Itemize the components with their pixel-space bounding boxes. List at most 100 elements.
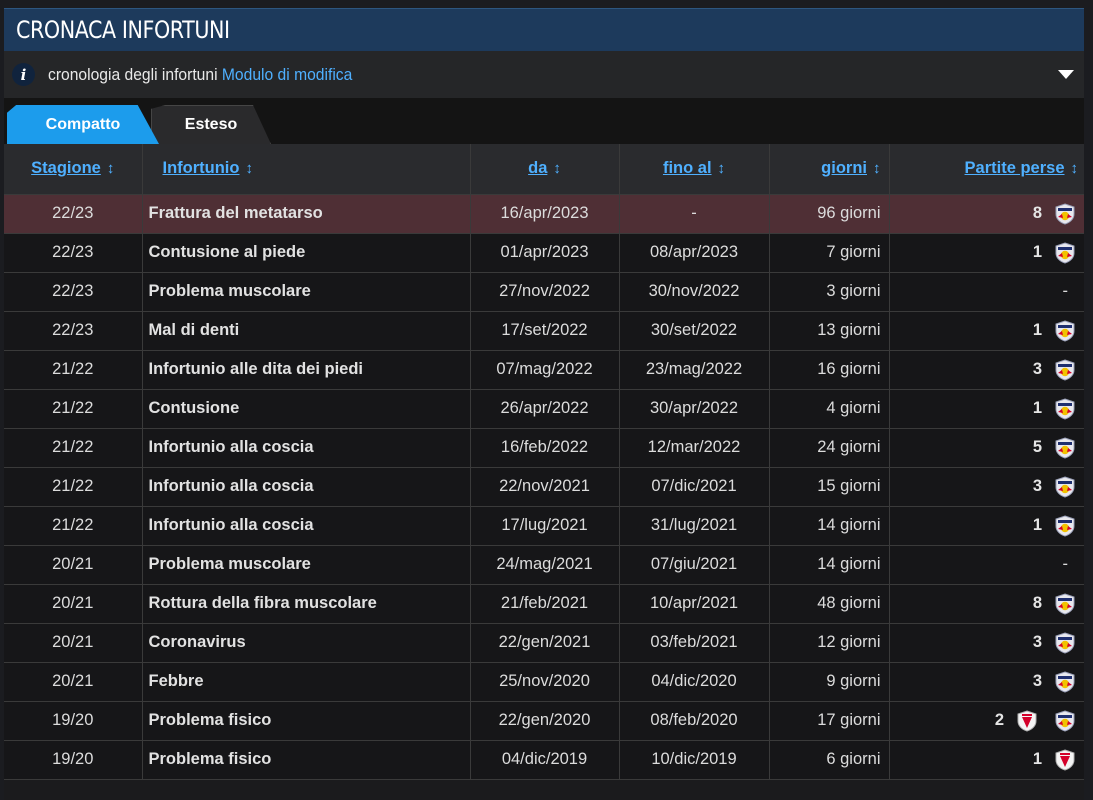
days-cell: 12 giorni	[769, 623, 890, 663]
days-cell: 7 giorni	[769, 233, 890, 273]
salzburg-club-logo-icon[interactable]	[1054, 631, 1076, 654]
liefering-club-logo-icon[interactable]	[1054, 748, 1076, 771]
injury-cell: Problema fisico	[142, 740, 471, 780]
days-cell: 9 giorni	[769, 662, 890, 702]
from-date-cell: 17/set/2022	[470, 311, 620, 351]
until-date-cell: 10/dic/2019	[619, 740, 770, 780]
column-header-season[interactable]: Stagione ↕	[4, 144, 143, 195]
table-row[interactable]: 20/21 Rottura della fibra muscolare 21/feb…	[4, 584, 1084, 624]
from-date-cell: 22/nov/2021	[470, 467, 620, 507]
salzburg-club-logo-icon[interactable]	[1054, 709, 1076, 732]
sort-icon: ↕	[553, 160, 561, 178]
table-row[interactable]: 19/20 Problema fisico 04/dic/2019 10/dic/20…	[4, 740, 1084, 780]
salzburg-club-logo-icon[interactable]	[1054, 241, 1076, 264]
injury-cell: Infortunio alla coscia	[142, 506, 471, 546]
season-cell: 21/22	[4, 467, 143, 507]
table-row[interactable]: 22/23 Contusione al piede 01/apr/2023 08/ap…	[4, 233, 1084, 273]
until-date-cell: 31/lug/2021	[619, 506, 770, 546]
salzburg-club-logo-icon[interactable]	[1054, 670, 1076, 693]
column-header-injury[interactable]: Infortunio ↕	[142, 144, 471, 195]
salzburg-club-logo-icon[interactable]	[1054, 358, 1076, 381]
no-games-dash: -	[1062, 282, 1069, 300]
season-cell: 21/22	[4, 506, 143, 546]
salzburg-club-logo-icon[interactable]	[1054, 475, 1076, 498]
games-missed-count: 5	[1032, 438, 1042, 456]
no-games-dash: -	[1062, 555, 1069, 573]
table-row[interactable]: 22/23 Mal di denti 17/set/2022 30/set/2022 1…	[4, 311, 1084, 351]
tab-esteso[interactable]: Esteso	[151, 105, 271, 144]
injury-cell: Mal di denti	[142, 311, 471, 351]
games-missed-count: 8	[1032, 594, 1042, 612]
until-date-cell: -	[619, 194, 770, 234]
until-date-cell: 10/apr/2021	[619, 584, 770, 624]
column-header-days[interactable]: giorni ↕	[769, 144, 890, 195]
injury-cell: Problema muscolare	[142, 272, 471, 312]
table-body: 22/23 Frattura del metatarso 16/apr/2023-9…	[4, 194, 1084, 780]
from-date-cell: 17/lug/2021	[470, 506, 620, 546]
injury-cell: Infortunio alle dita dei piedi	[142, 350, 471, 390]
table-row[interactable]: 21/22 Contusione 26/apr/2022 30/apr/2022 4 g…	[4, 389, 1084, 429]
season-cell: 22/23	[4, 272, 143, 312]
edit-form-link[interactable]: Modulo di modifica	[222, 65, 352, 84]
from-date-cell: 16/feb/2022	[470, 428, 620, 468]
sort-icon: ↕	[245, 160, 253, 178]
days-cell: 6 giorni	[769, 740, 890, 780]
games-missed-count: 8	[1032, 204, 1042, 222]
games-missed-cell: 1	[889, 311, 1084, 351]
games-missed-count: 1	[1032, 750, 1042, 768]
games-missed-count: 1	[1032, 243, 1042, 261]
season-cell: 19/20	[4, 701, 143, 741]
table-row[interactable]: 21/22 Infortunio alla coscia 22/nov/2021 07…	[4, 467, 1084, 507]
sort-icon: ↕	[106, 160, 115, 178]
salzburg-club-logo-icon[interactable]	[1054, 514, 1076, 537]
table-row[interactable]: 21/22 Infortunio alla coscia 17/lug/2021 31…	[4, 506, 1084, 546]
salzburg-club-logo-icon[interactable]	[1054, 592, 1076, 615]
column-header-games-missed[interactable]: Partite perse ↕	[889, 144, 1084, 195]
games-missed-count: 3	[1032, 477, 1042, 495]
games-missed-cell: 1	[889, 740, 1084, 780]
season-cell: 22/23	[4, 233, 143, 273]
until-date-cell: 07/dic/2021	[619, 467, 770, 507]
salzburg-club-logo-icon[interactable]	[1054, 319, 1076, 342]
table-header-row: Stagione ↕ Infortunio ↕ da ↕ fino al ↕ giorn…	[4, 144, 1084, 195]
days-cell: 24 giorni	[769, 428, 890, 468]
from-date-cell: 16/apr/2023	[470, 194, 620, 234]
season-cell: 20/21	[4, 623, 143, 663]
season-cell: 22/23	[4, 311, 143, 351]
games-missed-cell: 3	[889, 350, 1084, 390]
tab-compatto[interactable]: Compatto	[7, 105, 159, 144]
panel-header: CRONACA INFORTUNI	[4, 8, 1084, 51]
games-missed-count: 3	[1032, 672, 1042, 690]
table-row[interactable]: 21/22 Infortunio alle dita dei piedi 07/ma…	[4, 350, 1084, 390]
table-row[interactable]: 20/21 Coronavirus 22/gen/2021 03/feb/2021 12…	[4, 623, 1084, 663]
chevron-down-icon[interactable]	[1058, 70, 1074, 79]
page-title: CRONACA INFORTUNI	[16, 16, 230, 44]
salzburg-club-logo-icon[interactable]	[1054, 397, 1076, 420]
injury-cell: Rottura della fibra muscolare	[142, 584, 471, 624]
days-cell: 96 giorni	[769, 194, 890, 234]
info-bar: i cronologia degli infortuni Modulo di m…	[4, 51, 1084, 98]
from-date-cell: 24/mag/2021	[470, 545, 620, 585]
days-cell: 4 giorni	[769, 389, 890, 429]
info-icon[interactable]: i	[12, 63, 35, 86]
games-missed-cell: 5	[889, 428, 1084, 468]
salzburg-club-logo-icon[interactable]	[1054, 436, 1076, 459]
days-cell: 17 giorni	[769, 701, 890, 741]
games-missed-cell: 1	[889, 506, 1084, 546]
season-cell: 21/22	[4, 428, 143, 468]
table-row[interactable]: 20/21 Problema muscolare 24/mag/2021 07/giu…	[4, 545, 1084, 585]
liefering-club-logo-icon[interactable]	[1016, 709, 1038, 732]
column-header-until[interactable]: fino al ↕	[619, 144, 770, 195]
from-date-cell: 22/gen/2020	[470, 701, 620, 741]
season-cell: 20/21	[4, 545, 143, 585]
table-row[interactable]: 21/22 Infortunio alla coscia 16/feb/2022 12…	[4, 428, 1084, 468]
table-row[interactable]: 20/21 Febbre 25/nov/2020 04/dic/2020 9 giorn…	[4, 662, 1084, 702]
injury-cell: Infortunio alla coscia	[142, 467, 471, 507]
table-row[interactable]: 22/23 Frattura del metatarso 16/apr/2023-9…	[4, 194, 1084, 234]
table-row[interactable]: 19/20 Problema fisico 22/gen/2020 08/feb/20…	[4, 701, 1084, 741]
table-row[interactable]: 22/23 Problema muscolare 27/nov/2022 30/nov…	[4, 272, 1084, 312]
games-missed-cell: 1	[889, 233, 1084, 273]
injury-cell: Coronavirus	[142, 623, 471, 663]
column-header-from[interactable]: da ↕	[470, 144, 620, 195]
salzburg-club-logo-icon[interactable]	[1054, 202, 1076, 225]
